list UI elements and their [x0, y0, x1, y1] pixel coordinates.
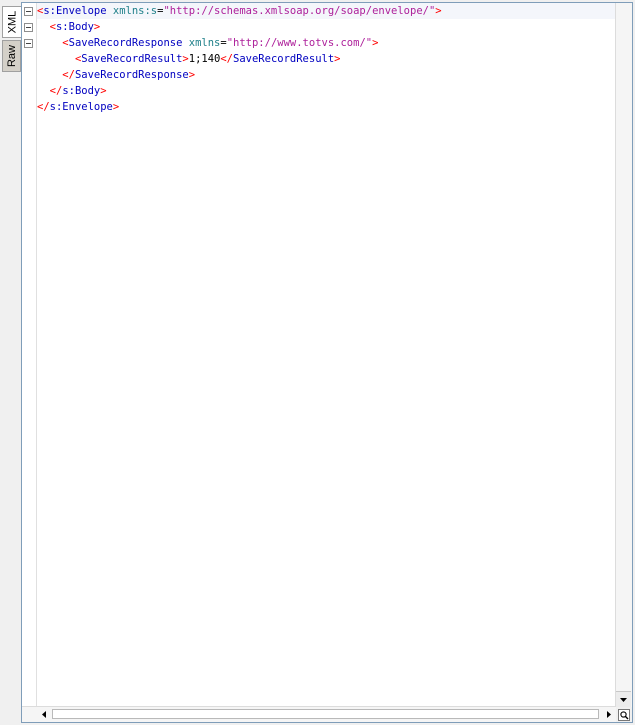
arrow-down-icon[interactable]	[616, 691, 631, 707]
code-line: </s:Envelope>	[37, 99, 616, 115]
code-line: <s:Envelope xmlns:s="http://schemas.xmls…	[37, 3, 616, 19]
xml-attr-value: "http://schemas.xmlsoap.org/soap/envelop…	[163, 5, 436, 17]
xml-bracket: >	[188, 69, 196, 81]
tab-raw[interactable]: Raw	[2, 40, 21, 72]
horizontal-scroll-thumb[interactable]	[52, 709, 599, 719]
horizontal-scrollbar[interactable]	[22, 706, 616, 722]
code-line: <SaveRecordResponse xmlns="http://www.to…	[37, 35, 616, 51]
tab-raw-label: Raw	[5, 44, 18, 68]
xml-tag-name: SaveRecordResult	[81, 53, 183, 65]
xml-tag-name: s:Envelope	[43, 5, 107, 17]
xml-bracket: </	[220, 53, 234, 65]
xml-tag-name: s:Envelope	[49, 101, 113, 113]
xml-bracket: >	[100, 85, 107, 97]
vertical-scrollbar[interactable]	[615, 3, 632, 707]
arrow-right-icon[interactable]	[601, 707, 616, 721]
xml-tag-name: SaveRecordResult	[233, 53, 335, 65]
fold-envelope-minus-icon[interactable]	[24, 7, 33, 16]
code-line: <SaveRecordResult>1;140</SaveRecordResul…	[37, 51, 616, 67]
code-line: <s:Body>	[37, 19, 616, 35]
xml-bracket: >	[435, 5, 442, 17]
code-line: </s:Body>	[37, 83, 616, 99]
xml-tag-name: SaveRecordResponse	[68, 37, 183, 49]
xml-text: 1;140	[188, 53, 221, 65]
xml-attr-name: xmlns	[188, 37, 221, 49]
code-line: </SaveRecordResponse>	[37, 67, 616, 83]
xml-bracket: >	[93, 21, 101, 33]
magnifier-icon[interactable]	[616, 707, 632, 722]
fold-response-minus-icon[interactable]	[24, 39, 33, 48]
fold-body-minus-icon[interactable]	[24, 23, 33, 32]
tab-xml[interactable]: XML	[2, 6, 21, 38]
xml-bracket: >	[372, 37, 379, 49]
arrow-left-icon[interactable]	[36, 707, 51, 721]
xml-bracket: </	[62, 69, 75, 81]
xml-bracket: </	[37, 101, 50, 113]
xml-attr-value: "http://www.totvs.com/"	[226, 37, 373, 49]
xml-tag-name: s:Body	[62, 85, 101, 97]
xml-tag-name: s:Body	[55, 21, 94, 33]
xml-attr-name: xmlns:s	[112, 5, 158, 17]
xml-viewer-panel: <s:Envelope xmlns:s="http://schemas.xmls…	[21, 2, 633, 723]
xml-bracket: >	[112, 101, 120, 113]
tab-xml-label: XML	[6, 10, 18, 34]
xml-bracket: >	[334, 53, 341, 65]
xml-tag-name: SaveRecordResponse	[74, 69, 189, 81]
fold-gutter	[22, 3, 37, 707]
xml-bracket: </	[49, 85, 63, 97]
xml-code-editor[interactable]: <s:Envelope xmlns:s="http://schemas.xmls…	[37, 3, 616, 707]
